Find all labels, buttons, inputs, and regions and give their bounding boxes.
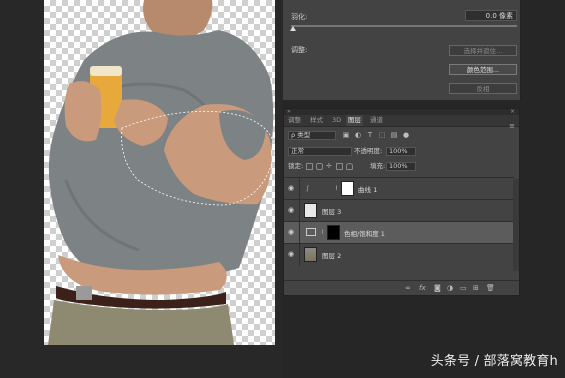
visibility-eye-icon[interactable]: ◉ xyxy=(288,207,296,214)
lock-image-icon[interactable] xyxy=(316,163,323,170)
tab-styles[interactable]: 样式 xyxy=(308,115,325,126)
layers-panel: » × 调整 样式 3D 图层 通道 ≡ ρ 类型 ▣ ◐ T ⬚ ▤ ● 正常… xyxy=(283,108,520,296)
mask-icon[interactable]: ◙ xyxy=(434,284,441,292)
trash-icon[interactable]: 🗑 xyxy=(486,284,495,292)
tab-3d[interactable]: 3D xyxy=(330,115,343,126)
adjustment-icon[interactable]: ◑ xyxy=(447,284,453,292)
opacity-input[interactable]: 100% xyxy=(386,147,416,156)
visibility-eye-icon[interactable]: ◉ xyxy=(288,251,296,258)
filter-shape-icon[interactable]: ⬚ xyxy=(378,131,386,139)
divider xyxy=(299,244,300,266)
layer-mask-thumbnail[interactable] xyxy=(341,181,354,196)
invert-button[interactable]: 反相 xyxy=(449,83,517,94)
properties-panel: 羽化: 0.0 像素 调整: 选择并遮住... 颜色范围... 反相 xyxy=(283,0,521,100)
lock-transparent-icon[interactable] xyxy=(306,163,313,170)
layer-filter-row: ρ 类型 ▣ ◐ T ⬚ ▤ ● xyxy=(284,129,519,142)
folder-icon[interactable]: ▭ xyxy=(460,284,467,292)
filter-pixel-icon[interactable]: ▣ xyxy=(342,131,350,139)
visibility-eye-icon[interactable]: ◉ xyxy=(288,185,296,192)
tab-layers[interactable]: 图层 xyxy=(346,115,363,126)
lock-row: 锁定: ✛ 填充: 100% xyxy=(284,160,519,173)
feather-label: 羽化: xyxy=(291,13,308,21)
lock-position-icon[interactable]: ✛ xyxy=(326,163,333,170)
collapse-icon[interactable]: » xyxy=(287,108,291,115)
curves-adjustment-icon: ∫ xyxy=(306,185,310,192)
hue-saturation-icon xyxy=(306,228,316,236)
divider xyxy=(299,178,300,200)
layer-mask-thumbnail[interactable] xyxy=(327,225,340,240)
tab-channels[interactable]: 通道 xyxy=(368,115,385,126)
close-panel-icon[interactable]: × xyxy=(510,108,515,115)
layer-thumbnail[interactable] xyxy=(304,247,317,262)
filter-adjustment-icon[interactable]: ◐ xyxy=(354,131,362,139)
man-with-beer-photo xyxy=(48,0,275,345)
fill-label: 填充: xyxy=(370,162,386,170)
divider xyxy=(299,222,300,244)
filter-smartobject-icon[interactable]: ▤ xyxy=(390,131,398,139)
lock-artboard-icon[interactable] xyxy=(336,163,343,170)
fx-icon[interactable]: fx xyxy=(419,284,426,292)
link-icon[interactable]: ∞ xyxy=(405,284,411,292)
opacity-label: 不透明度: xyxy=(354,147,383,155)
panel-tabs: 调整 样式 3D 图层 通道 ≡ xyxy=(284,115,519,130)
divider xyxy=(299,200,300,222)
image-canvas[interactable] xyxy=(44,0,275,345)
tab-adjustments[interactable]: 调整 xyxy=(286,115,303,126)
watermark-text: 头条号 / 部落窝教育h xyxy=(430,354,558,369)
blend-row: 正常 不透明度: 100% xyxy=(284,145,519,158)
layer-name: 色相/饱和度 1 xyxy=(344,230,385,238)
color-range-button[interactable]: 颜色范围... xyxy=(449,64,517,75)
layer-name: 曲线 1 xyxy=(358,186,378,194)
feather-input[interactable]: 0.0 像素 xyxy=(465,10,517,21)
lock-label: 锁定: xyxy=(288,162,304,170)
feather-slider[interactable] xyxy=(291,25,517,27)
layer-row-layer3[interactable]: ◉ 图层 3 xyxy=(284,199,514,222)
document-canvas-area[interactable] xyxy=(0,0,283,378)
filter-type-icon[interactable]: T xyxy=(366,131,374,139)
layer-name: 图层 2 xyxy=(322,252,342,260)
layer-thumbnail[interactable] xyxy=(304,203,317,218)
new-layer-icon[interactable]: ⊞ xyxy=(473,284,479,292)
select-and-mask-button[interactable]: 选择并遮住... xyxy=(449,45,517,56)
layer-row-curves[interactable]: ◉ ∫ ⌇ 曲线 1 xyxy=(284,177,514,200)
adjust-label: 调整: xyxy=(291,46,308,54)
layers-footer-toolbar: ∞ fx ◙ ◑ ▭ ⊞ 🗑 xyxy=(284,280,519,295)
filter-toggle-icon[interactable]: ● xyxy=(402,131,410,139)
lock-all-icon[interactable] xyxy=(346,163,353,170)
layer-name: 图层 3 xyxy=(322,208,342,216)
chain-link-icon[interactable]: ⌇ xyxy=(335,185,338,192)
blend-mode-select[interactable]: 正常 xyxy=(288,147,352,156)
layer-row-hue-saturation[interactable]: ◉ ⌇ 色相/饱和度 1 xyxy=(284,221,514,244)
layer-row-layer2[interactable]: ◉ 图层 2 xyxy=(284,243,514,266)
layers-scrollbar[interactable] xyxy=(513,179,519,271)
chain-link-icon[interactable]: ⌇ xyxy=(321,229,324,236)
visibility-eye-icon[interactable]: ◉ xyxy=(288,229,296,236)
filter-type-select[interactable]: ρ 类型 xyxy=(288,131,336,140)
slider-thumb-icon[interactable] xyxy=(290,26,296,31)
fill-input[interactable]: 100% xyxy=(386,162,416,171)
